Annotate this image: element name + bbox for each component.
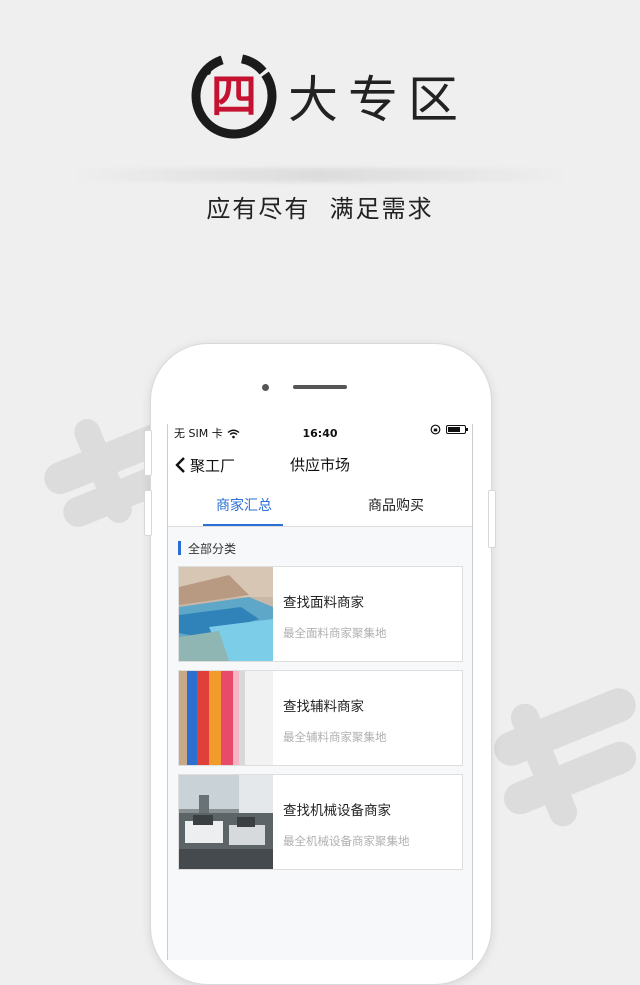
ribbons-image (179, 671, 273, 765)
phone-side-button (144, 430, 152, 476)
phone-side-button (144, 490, 152, 536)
category-card-accessories[interactable]: 查找辅料商家 最全辅料商家聚集地 (178, 670, 463, 766)
background-decoration-right (470, 680, 640, 850)
card-title: 查找面料商家 (283, 595, 364, 611)
front-camera (262, 384, 269, 391)
tab-label: 商家汇总 (216, 498, 272, 514)
card-subtitle: 最全机械设备商家聚集地 (283, 834, 410, 848)
category-card-machinery[interactable]: 查找机械设备商家 最全机械设备商家聚集地 (178, 774, 463, 870)
app-screen: 无 SIM 卡 16:40 聚工厂 供应市场 商家汇总 商品购买 全部分类 查找… (167, 424, 473, 960)
card-title: 查找辅料商家 (283, 699, 364, 715)
section-accent-bar (178, 541, 181, 555)
active-tab-indicator (203, 524, 283, 526)
card-title: 查找机械设备商家 (283, 803, 391, 819)
sewing-machines-image (179, 775, 273, 869)
fabric-image (179, 567, 273, 661)
status-bar: 无 SIM 卡 16:40 (168, 424, 472, 444)
nav-bar: 聚工厂 供应市场 (168, 444, 472, 487)
promo-title-highlight: 四 (211, 69, 257, 123)
tab-product-purchase[interactable]: 商品购买 (320, 486, 472, 526)
tab-label: 商品购买 (368, 498, 424, 514)
promo-title: 四 大专区 (188, 50, 458, 160)
card-subtitle: 最全辅料商家聚集地 (283, 730, 387, 744)
promo-divider (70, 168, 570, 182)
promo-tagline: 应有尽有 满足需求 (206, 195, 434, 223)
status-time: 16:40 (302, 427, 338, 440)
phone-side-button (488, 490, 496, 548)
page-title: 供应市场 (289, 456, 350, 474)
tab-merchant-summary[interactable]: 商家汇总 (168, 486, 320, 526)
section-header: 全部分类 (178, 540, 236, 556)
battery-icon (446, 425, 468, 434)
speaker-grille (293, 385, 347, 389)
promo-title-text: 大专区 (288, 71, 468, 129)
rotation-lock-icon (430, 424, 441, 435)
tab-bar: 商家汇总 商品购买 (168, 486, 472, 527)
card-subtitle: 最全面料商家聚集地 (283, 626, 387, 640)
section-title: 全部分类 (188, 541, 237, 556)
category-card-fabric[interactable]: 查找面料商家 最全面料商家聚集地 (178, 566, 463, 662)
